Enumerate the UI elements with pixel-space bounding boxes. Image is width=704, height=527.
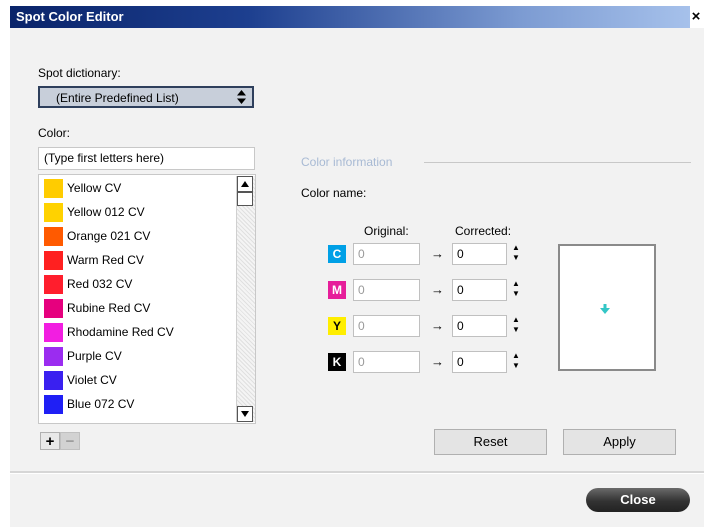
cyan-channel-chip: C bbox=[328, 245, 346, 263]
color-swatch bbox=[44, 275, 63, 294]
original-header: Original: bbox=[364, 224, 409, 238]
list-item-label: Yellow CV bbox=[67, 181, 122, 195]
black-corrected-field[interactable]: 0 bbox=[452, 351, 507, 373]
list-item[interactable]: Yellow CV bbox=[41, 177, 235, 201]
list-item-label: Yellow 012 CV bbox=[67, 205, 145, 219]
list-item[interactable]: Violet CV bbox=[41, 369, 235, 393]
remove-color-button[interactable]: − bbox=[60, 432, 80, 450]
spot-dictionary-select[interactable]: (Entire Predefined List) bbox=[38, 86, 254, 108]
magenta-channel-chip: M bbox=[328, 281, 346, 299]
list-item-label: Rubine Red CV bbox=[67, 301, 151, 315]
arrow-right-icon: → bbox=[431, 246, 444, 261]
title-bar: Spot Color Editor × bbox=[0, 0, 704, 28]
list-item-label: Violet CV bbox=[67, 373, 117, 387]
color-label: Color: bbox=[38, 126, 71, 140]
cyan-spinner[interactable]: ▲ ▼ bbox=[510, 243, 522, 265]
reset-button[interactable]: Reset bbox=[434, 429, 547, 455]
group-divider bbox=[424, 162, 691, 163]
color-swatch bbox=[44, 323, 63, 342]
color-swatch bbox=[44, 371, 63, 390]
list-item-label: Blue 072 CV bbox=[67, 397, 135, 411]
color-swatch bbox=[44, 347, 63, 366]
color-swatch bbox=[44, 179, 63, 198]
spot-dictionary-label: Spot dictionary: bbox=[38, 66, 121, 80]
magenta-corrected-field[interactable]: 0 bbox=[452, 279, 507, 301]
window-close-icon[interactable]: × bbox=[688, 8, 704, 26]
scrollbar-thumb[interactable] bbox=[237, 192, 253, 206]
yellow-original-field: 0 bbox=[353, 315, 420, 337]
list-item-label: Purple CV bbox=[67, 349, 122, 363]
list-item[interactable]: Blue 072 CV bbox=[41, 393, 235, 417]
cyan-corrected-field[interactable]: 0 bbox=[452, 243, 507, 265]
list-item[interactable]: Rubine Red CV bbox=[41, 297, 235, 321]
list-item[interactable]: Orange 021 CV bbox=[41, 225, 235, 249]
black-channel-chip: K bbox=[328, 353, 346, 371]
yellow-spinner[interactable]: ▲ ▼ bbox=[510, 315, 522, 337]
footer-divider bbox=[10, 471, 704, 474]
magenta-spinner[interactable]: ▲ ▼ bbox=[510, 279, 522, 301]
yellow-channel-chip: Y bbox=[328, 317, 346, 335]
yellow-corrected-field[interactable]: 0 bbox=[452, 315, 507, 337]
color-list: Yellow CV Yellow 012 CV Orange 021 CV Wa… bbox=[38, 174, 256, 424]
color-swatch bbox=[44, 299, 63, 318]
scroll-up-arrow-icon[interactable] bbox=[237, 176, 253, 192]
list-scrollbar[interactable] bbox=[236, 176, 255, 422]
color-search-input[interactable]: (Type first letters here) bbox=[38, 147, 255, 170]
color-preview bbox=[558, 244, 656, 371]
arrow-right-icon: → bbox=[431, 318, 444, 333]
list-item[interactable]: Red 032 CV bbox=[41, 273, 235, 297]
color-swatch bbox=[44, 251, 63, 270]
black-spinner[interactable]: ▲ ▼ bbox=[510, 351, 522, 373]
list-item-label: Rhodamine Red CV bbox=[67, 325, 174, 339]
list-item[interactable]: Warm Red CV bbox=[41, 249, 235, 273]
color-information-title: Color information bbox=[301, 155, 393, 169]
arrow-right-icon: → bbox=[431, 282, 444, 297]
add-color-button[interactable]: + bbox=[40, 432, 60, 450]
corrected-header: Corrected: bbox=[455, 224, 512, 238]
list-item-label: Orange 021 CV bbox=[67, 229, 151, 243]
color-swatch bbox=[44, 203, 63, 222]
color-swatch bbox=[44, 227, 63, 246]
list-item[interactable]: Rhodamine Red CV bbox=[41, 321, 235, 345]
list-item-label: Red 032 CV bbox=[67, 277, 133, 291]
cyan-original-field: 0 bbox=[353, 243, 420, 265]
up-down-arrows-icon bbox=[237, 90, 246, 107]
scroll-down-arrow-icon[interactable] bbox=[237, 406, 253, 422]
list-item[interactable]: Purple CV bbox=[41, 345, 235, 369]
color-swatch bbox=[44, 395, 63, 414]
spot-dictionary-value: (Entire Predefined List) bbox=[56, 91, 179, 105]
magenta-original-field: 0 bbox=[353, 279, 420, 301]
color-name-label: Color name: bbox=[301, 186, 367, 200]
apply-button[interactable]: Apply bbox=[563, 429, 676, 455]
black-original-field: 0 bbox=[353, 351, 420, 373]
close-button[interactable]: Close bbox=[586, 488, 690, 512]
list-item[interactable]: Yellow 012 CV bbox=[41, 201, 235, 225]
down-arrow-icon bbox=[600, 302, 610, 317]
list-item-label: Warm Red CV bbox=[67, 253, 144, 267]
arrow-right-icon: → bbox=[431, 354, 444, 369]
window-title: Spot Color Editor bbox=[16, 9, 124, 24]
dialog-body: Spot dictionary: (Entire Predefined List… bbox=[10, 28, 704, 527]
